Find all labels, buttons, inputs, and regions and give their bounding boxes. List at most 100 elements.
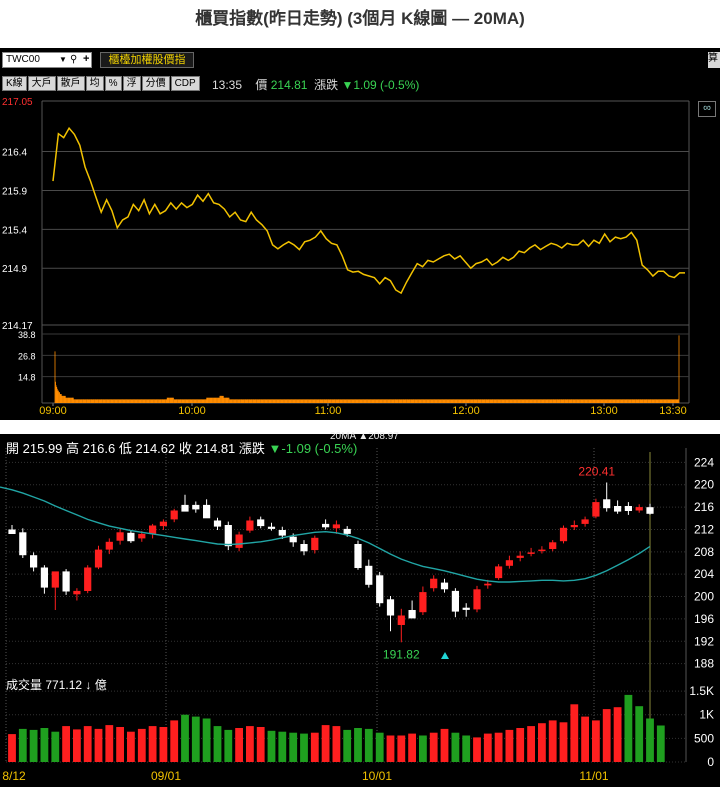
kline-y-tick: 196: [694, 612, 714, 626]
candle-body: [203, 504, 211, 519]
volume-bar: [624, 694, 633, 762]
volume-bar: [181, 714, 189, 762]
close-label: 收: [178, 441, 192, 456]
price-y-tick: 216.4: [2, 148, 27, 159]
volume-bar: [462, 735, 471, 762]
volume-bar: [592, 720, 600, 762]
candle-body: [267, 526, 276, 529]
volume-bar: [289, 732, 298, 762]
low-annotation: 191.82: [383, 647, 420, 661]
volume-y-tick: 500: [694, 731, 714, 745]
kline-panel: 224 220 216 212 208 204 200 196 192 188 220.41 191.…: [0, 431, 720, 787]
marker-triangle-icon: [441, 652, 449, 659]
kline-y-tick: 188: [694, 657, 714, 671]
candle-body: [570, 525, 578, 528]
volume-bar: [159, 727, 168, 762]
candle-body: [181, 504, 189, 512]
open-label: 開: [6, 441, 20, 456]
candle-body: [484, 583, 492, 586]
kline-y-tick: 192: [694, 634, 714, 648]
volume-bar: [235, 728, 243, 762]
candle-body: [322, 523, 330, 528]
candle-body: [105, 541, 113, 550]
candle-body: [30, 555, 38, 568]
volume-bar: [364, 728, 373, 762]
page-title: 櫃買指數(昨日走勢) (3個月 K線圖 — 20MA): [195, 9, 525, 28]
candle-body: [235, 534, 243, 548]
volume-bar: [29, 729, 38, 762]
intraday-panel: TWC00 ▼ ⚲ + 櫃檯加權股價指 算 K線 大戶 散戶均% 浮分價 CDP 13:…: [0, 48, 720, 420]
ohlc-summary: 開 215.99 高 216.6 低 214.62 收 214.81 漲跌 ▼-…: [6, 438, 357, 457]
date-x-tick: 10/01: [362, 769, 392, 783]
candle-body: [430, 578, 438, 589]
intraday-chart: 217.05216.4215.9215.4214.9214.1709:00 10:…: [2, 97, 690, 417]
volume-bar: [354, 728, 362, 762]
candle-body: [473, 589, 481, 610]
high-value: 216.6: [82, 441, 116, 456]
volume-bar: [224, 729, 233, 762]
high-label: 高: [66, 441, 80, 456]
volume-bar: [581, 716, 589, 762]
candle-body: [170, 510, 178, 520]
kline-chart: 224 220 216 212 208 204 200 196 192 188 220.41 191.…: [0, 448, 714, 783]
kline-y-tick: 204: [694, 567, 714, 581]
candle-body: [624, 506, 632, 511]
candle-body: [419, 592, 427, 613]
candle-body: [192, 504, 200, 510]
volume-y-tick: 1K: [699, 708, 714, 722]
candle-body: [527, 552, 535, 554]
candle-body: [8, 529, 16, 534]
ma20-label: 20MA ▲208.97: [330, 431, 399, 442]
candle-body: [127, 532, 135, 542]
volume-bar: [310, 732, 319, 762]
candle-body: [213, 520, 222, 527]
candle-body: [376, 575, 384, 604]
volume-bar: [635, 706, 644, 762]
candle-body: [408, 610, 416, 619]
volume-bar: [191, 716, 200, 762]
volume-bar: [62, 726, 70, 762]
volume-bar: [300, 733, 308, 762]
volume-bar: [375, 732, 384, 762]
volume-bar: [332, 726, 341, 762]
candle-body: [516, 555, 524, 558]
volume-bar: [127, 731, 135, 762]
volume-y-tick: 14.8: [18, 373, 36, 383]
volume-bar: [83, 726, 92, 762]
price-y-tick: 215.9: [2, 186, 27, 197]
kline-y-tick: 208: [694, 545, 714, 559]
candle-body: [94, 549, 103, 568]
volume-bar: [505, 729, 514, 762]
candle-body: [246, 520, 254, 531]
candle-body: [278, 530, 286, 536]
volume-bar: [527, 726, 535, 762]
price-y-tick: 217.05: [2, 97, 33, 108]
candle-body: [635, 507, 643, 511]
volume-bar: [213, 726, 222, 762]
volume-bar: [8, 734, 16, 762]
candle-body: [462, 607, 470, 610]
candle-body: [386, 599, 395, 616]
kline-y-tick: 220: [694, 478, 714, 492]
volume-bar: [516, 728, 525, 762]
candle-body: [84, 567, 92, 591]
volume-bar: [451, 732, 460, 762]
candle-body: [495, 566, 503, 579]
volume-bar: [419, 735, 427, 762]
candle-body: [549, 542, 557, 549]
volume-bar: [18, 728, 27, 762]
candle-body: [311, 537, 319, 551]
volume-y-tick: 1.5K: [689, 684, 714, 698]
candle-body: [300, 544, 308, 552]
candle-body: [538, 549, 546, 552]
kline-y-tick: 200: [694, 590, 714, 604]
low-label: 低: [118, 441, 132, 456]
high-annotation: 220.41: [578, 464, 615, 478]
volume-bar: [408, 733, 416, 762]
volume-bar: [397, 735, 406, 762]
volume-bar: [494, 732, 503, 762]
kline-y-tick: 216: [694, 500, 714, 514]
price-y-tick: 215.4: [2, 225, 27, 236]
date-x-tick: 11/01: [579, 769, 608, 783]
volume-bar: [538, 723, 546, 762]
